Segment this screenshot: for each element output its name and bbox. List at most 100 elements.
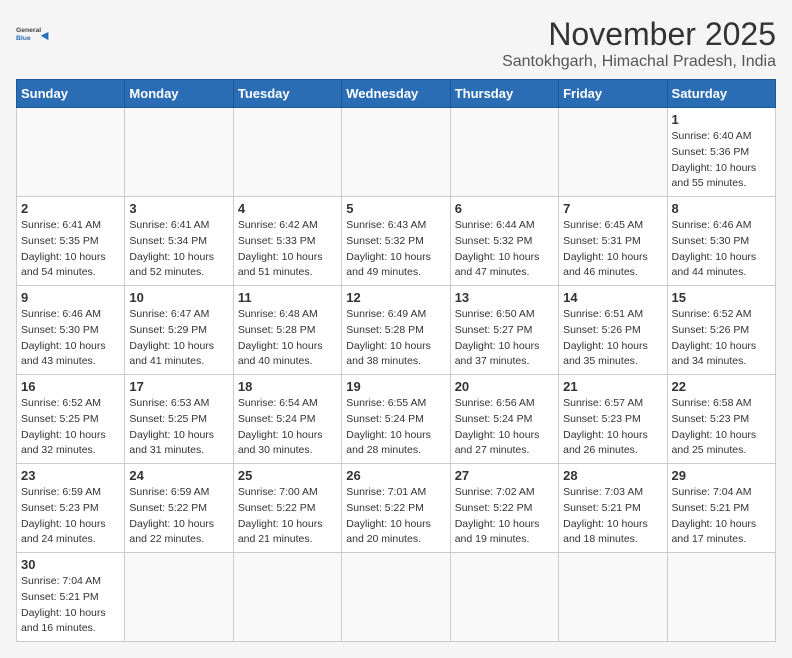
svg-text:General: General [16, 27, 41, 34]
day-number: 8 [672, 201, 771, 216]
day-info: Sunrise: 6:48 AMSunset: 5:28 PMDaylight:… [238, 307, 337, 370]
day-number: 24 [129, 468, 228, 483]
table-row: 15 Sunrise: 6:52 AMSunset: 5:26 PMDayligh… [667, 286, 775, 375]
day-number: 2 [21, 201, 120, 216]
table-row: 29Sunrise: 7:04 AMSunset: 5:21 PMDayligh… [667, 464, 775, 553]
table-row: 13 Sunrise: 6:50 AMSunset: 5:27 PMDayligh… [450, 286, 558, 375]
day-number: 4 [238, 201, 337, 216]
day-info: Sunrise: 7:03 AMSunset: 5:21 PMDaylight:… [563, 485, 662, 548]
day-info: Sunrise: 6:45 AMSunset: 5:31 PMDaylight:… [563, 218, 662, 281]
day-number: 15 [672, 290, 771, 305]
day-info: Sunrise: 6:56 AMSunset: 5:24 PMDaylight:… [455, 396, 554, 459]
table-row [450, 108, 558, 197]
day-info: Sunrise: 6:46 AMSunset: 5:30 PMDaylight:… [672, 218, 771, 281]
calendar-row-2: 9 Sunrise: 6:46 AMSunset: 5:30 PMDaylight… [17, 286, 776, 375]
day-number: 22 [672, 379, 771, 394]
day-info: Sunrise: 6:51 AMSunset: 5:26 PMDaylight:… [563, 307, 662, 370]
day-number: 28 [563, 468, 662, 483]
table-row [342, 553, 450, 642]
day-number: 11 [238, 290, 337, 305]
table-row: 20 Sunrise: 6:56 AMSunset: 5:24 PMDayligh… [450, 375, 558, 464]
day-info: Sunrise: 7:04 AMSunset: 5:21 PMDaylight:… [672, 485, 771, 548]
day-info: Sunrise: 6:41 AMSunset: 5:35 PMDaylight:… [21, 218, 120, 281]
day-number: 13 [455, 290, 554, 305]
calendar-row-1: 2 Sunrise: 6:41 AMSunset: 5:35 PMDaylight… [17, 197, 776, 286]
table-row: 4Sunrise: 6:42 AMSunset: 5:33 PMDaylight… [233, 197, 341, 286]
table-row: 3Sunrise: 6:41 AMSunset: 5:34 PMDaylight… [125, 197, 233, 286]
table-row [450, 553, 558, 642]
subtitle: Santokhgarh, Himachal Pradesh, India [502, 53, 776, 71]
calendar-row-4: 23Sunrise: 6:59 AMSunset: 5:23 PMDayligh… [17, 464, 776, 553]
svg-text:Blue: Blue [16, 35, 31, 42]
table-row: 12 Sunrise: 6:49 AMSunset: 5:28 PMDayligh… [342, 286, 450, 375]
day-info: Sunrise: 6:44 AMSunset: 5:32 PMDaylight:… [455, 218, 554, 281]
table-row: 21 Sunrise: 6:57 AMSunset: 5:23 PMDayligh… [559, 375, 667, 464]
day-info: Sunrise: 6:58 AMSunset: 5:23 PMDaylight:… [672, 396, 771, 459]
day-info: Sunrise: 6:43 AMSunset: 5:32 PMDaylight:… [346, 218, 445, 281]
day-number: 5 [346, 201, 445, 216]
day-info: Sunrise: 6:54 AMSunset: 5:24 PMDaylight:… [238, 396, 337, 459]
table-row: 7Sunrise: 6:45 AMSunset: 5:31 PMDaylight… [559, 197, 667, 286]
table-row [17, 108, 125, 197]
day-number: 6 [455, 201, 554, 216]
table-row: 5 Sunrise: 6:43 AMSunset: 5:32 PMDaylight… [342, 197, 450, 286]
table-row: 23Sunrise: 6:59 AMSunset: 5:23 PMDayligh… [17, 464, 125, 553]
table-row: 2 Sunrise: 6:41 AMSunset: 5:35 PMDaylight… [17, 197, 125, 286]
table-row: 19 Sunrise: 6:55 AMSunset: 5:24 PMDayligh… [342, 375, 450, 464]
table-row: 6 Sunrise: 6:44 AMSunset: 5:32 PMDaylight… [450, 197, 558, 286]
table-row [233, 553, 341, 642]
day-number: 26 [346, 468, 445, 483]
day-info: Sunrise: 6:49 AMSunset: 5:28 PMDaylight:… [346, 307, 445, 370]
table-row [559, 553, 667, 642]
header-tuesday: Tuesday [233, 80, 341, 108]
table-row: 27Sunrise: 7:02 AMSunset: 5:22 PMDayligh… [450, 464, 558, 553]
table-row: 22 Sunrise: 6:58 AMSunset: 5:23 PMDayligh… [667, 375, 775, 464]
header-saturday: Saturday [667, 80, 775, 108]
day-number: 30 [21, 557, 120, 572]
title-block: November 2025 Santokhgarh, Himachal Prad… [502, 16, 776, 71]
table-row: 30 Sunrise: 7:04 AMSunset: 5:21 PMDayligh… [17, 553, 125, 642]
calendar-row-3: 16Sunrise: 6:52 AMSunset: 5:25 PMDayligh… [17, 375, 776, 464]
day-info: Sunrise: 6:50 AMSunset: 5:27 PMDaylight:… [455, 307, 554, 370]
day-number: 27 [455, 468, 554, 483]
day-number: 3 [129, 201, 228, 216]
day-number: 18 [238, 379, 337, 394]
table-row: 26Sunrise: 7:01 AMSunset: 5:22 PMDayligh… [342, 464, 450, 553]
table-row: 18 Sunrise: 6:54 AMSunset: 5:24 PMDayligh… [233, 375, 341, 464]
header-thursday: Thursday [450, 80, 558, 108]
table-row: 9 Sunrise: 6:46 AMSunset: 5:30 PMDaylight… [17, 286, 125, 375]
day-info: Sunrise: 6:40 AMSunset: 5:36 PMDaylight:… [672, 129, 771, 192]
month-title: November 2025 [502, 16, 776, 53]
day-info: Sunrise: 7:00 AMSunset: 5:22 PMDaylight:… [238, 485, 337, 548]
weekday-header-row: Sunday Monday Tuesday Wednesday Thursday… [17, 80, 776, 108]
table-row [125, 108, 233, 197]
day-info: Sunrise: 6:46 AMSunset: 5:30 PMDaylight:… [21, 307, 120, 370]
day-number: 1 [672, 112, 771, 127]
table-row [342, 108, 450, 197]
day-info: Sunrise: 6:52 AMSunset: 5:26 PMDaylight:… [672, 307, 771, 370]
table-row [667, 553, 775, 642]
day-info: Sunrise: 6:55 AMSunset: 5:24 PMDaylight:… [346, 396, 445, 459]
day-number: 20 [455, 379, 554, 394]
day-number: 12 [346, 290, 445, 305]
table-row: 10Sunrise: 6:47 AMSunset: 5:29 PMDayligh… [125, 286, 233, 375]
day-info: Sunrise: 6:59 AMSunset: 5:22 PMDaylight:… [129, 485, 228, 548]
day-info: Sunrise: 6:59 AMSunset: 5:23 PMDaylight:… [21, 485, 120, 548]
day-number: 19 [346, 379, 445, 394]
day-number: 21 [563, 379, 662, 394]
calendar: Sunday Monday Tuesday Wednesday Thursday… [16, 79, 776, 642]
day-number: 25 [238, 468, 337, 483]
table-row: 28 Sunrise: 7:03 AMSunset: 5:21 PMDayligh… [559, 464, 667, 553]
day-info: Sunrise: 6:53 AMSunset: 5:25 PMDaylight:… [129, 396, 228, 459]
header-sunday: Sunday [17, 80, 125, 108]
header-wednesday: Wednesday [342, 80, 450, 108]
calendar-row-0: 1 Sunrise: 6:40 AMSunset: 5:36 PMDaylight… [17, 108, 776, 197]
day-info: Sunrise: 7:04 AMSunset: 5:21 PMDaylight:… [21, 574, 120, 637]
day-info: Sunrise: 6:47 AMSunset: 5:29 PMDaylight:… [129, 307, 228, 370]
day-number: 17 [129, 379, 228, 394]
day-number: 9 [21, 290, 120, 305]
day-info: Sunrise: 6:57 AMSunset: 5:23 PMDaylight:… [563, 396, 662, 459]
day-info: Sunrise: 6:52 AMSunset: 5:25 PMDaylight:… [21, 396, 120, 459]
table-row: 16Sunrise: 6:52 AMSunset: 5:25 PMDayligh… [17, 375, 125, 464]
table-row: 14Sunrise: 6:51 AMSunset: 5:26 PMDayligh… [559, 286, 667, 375]
